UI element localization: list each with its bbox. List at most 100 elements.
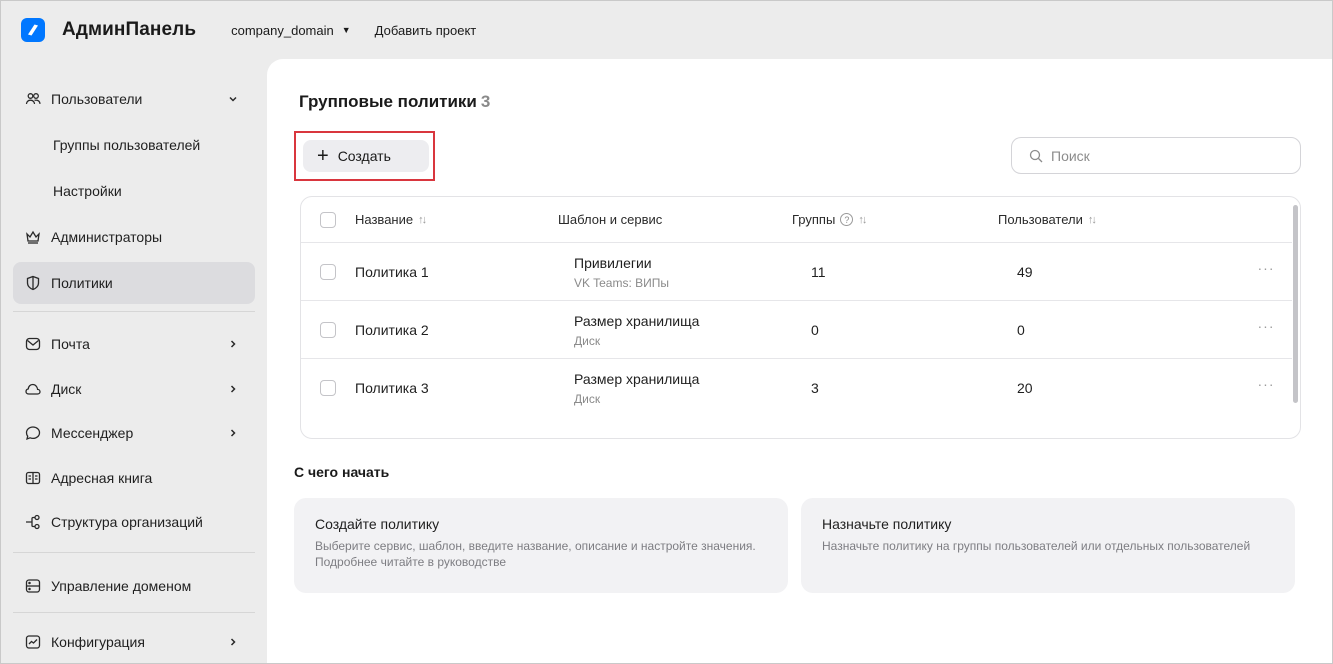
column-label: Группы bbox=[792, 212, 836, 227]
sidebar-item-label: Диск bbox=[51, 381, 82, 397]
sidebar-item-label: Пользователи bbox=[51, 91, 143, 107]
select-all-checkbox[interactable] bbox=[320, 212, 336, 228]
policy-name: Политика 3 bbox=[355, 380, 429, 396]
column-users[interactable]: Пользователи ↑↓ bbox=[998, 212, 1097, 227]
org-structure-icon bbox=[25, 514, 41, 530]
sidebar-divider bbox=[13, 311, 255, 312]
policy-users: 20 bbox=[1017, 380, 1033, 396]
sidebar-item-label: Администраторы bbox=[51, 229, 163, 245]
help-icon[interactable]: ? bbox=[840, 213, 854, 226]
search-box[interactable] bbox=[1011, 137, 1301, 174]
sidebar-item-org-structure[interactable]: Структура организаций bbox=[13, 501, 255, 543]
mail-icon bbox=[25, 336, 41, 352]
sidebar-item-configuration[interactable]: Конфигурация bbox=[13, 621, 255, 663]
create-button-label: Создать bbox=[337, 148, 391, 164]
more-icon[interactable]: ··· bbox=[1254, 260, 1278, 280]
sidebar-item-admins[interactable]: Администраторы bbox=[13, 216, 255, 258]
sidebar-item-label: Группы пользователей bbox=[53, 137, 201, 153]
address-book-icon bbox=[25, 470, 41, 486]
app-title: АдминПанель bbox=[62, 19, 197, 40]
sidebar-item-messenger[interactable]: Мессенджер bbox=[13, 412, 255, 454]
row-checkbox[interactable] bbox=[320, 322, 336, 338]
create-policy-card[interactable]: Создайте политику Выберите сервис, шабло… bbox=[294, 498, 788, 593]
page-title-text: Групповые политики bbox=[299, 92, 477, 111]
search-input[interactable] bbox=[1051, 147, 1271, 164]
policy-groups: 0 bbox=[811, 322, 819, 338]
column-template-service: Шаблон и сервис bbox=[558, 212, 662, 227]
card-title: Назначьте политику bbox=[822, 516, 952, 532]
more-icon[interactable]: ··· bbox=[1254, 376, 1278, 396]
sort-icon: ↑↓ bbox=[858, 213, 867, 226]
column-label: Название bbox=[355, 212, 414, 227]
policy-users: 49 bbox=[1017, 264, 1033, 280]
column-name[interactable]: Название ↑↓ bbox=[355, 212, 427, 227]
table-header: Название ↑↓ Шаблон и сервис Группы ? ↑↓ … bbox=[301, 197, 1292, 243]
policy-name: Политика 1 bbox=[355, 264, 429, 280]
sidebar-item-mail[interactable]: Почта bbox=[13, 323, 255, 365]
sidebar-item-settings[interactable]: Настройки bbox=[13, 170, 255, 212]
sidebar-item-label: Почта bbox=[51, 336, 90, 352]
sidebar: Пользователи Группы пользователей Настро… bbox=[1, 59, 267, 663]
sidebar-item-label: Конфигурация bbox=[51, 634, 145, 650]
shield-icon bbox=[25, 275, 41, 291]
policy-service: Диск bbox=[574, 334, 601, 348]
app-window: АдминПанель company_domain ▼ Добавить пр… bbox=[0, 0, 1333, 664]
domain-icon bbox=[25, 578, 41, 594]
policy-users: 0 bbox=[1017, 322, 1025, 338]
chevron-right-icon bbox=[227, 634, 239, 650]
search-icon bbox=[1029, 149, 1043, 162]
chat-bubble-icon bbox=[25, 425, 41, 441]
create-button-highlight: + Создать bbox=[294, 131, 435, 181]
policies-count: 3 bbox=[480, 92, 491, 111]
chevron-down-icon bbox=[227, 91, 239, 107]
crown-icon bbox=[25, 229, 41, 245]
card-description: Назначьте политику на группы пользовател… bbox=[822, 539, 1251, 553]
policy-groups: 3 bbox=[811, 380, 819, 396]
more-icon[interactable]: ··· bbox=[1254, 318, 1278, 338]
sidebar-divider bbox=[13, 552, 255, 553]
policy-template: Размер хранилища bbox=[574, 313, 700, 329]
sort-icon: ↑↓ bbox=[1087, 213, 1097, 226]
sidebar-item-label: Мессенджер bbox=[51, 425, 134, 441]
table-row[interactable]: Политика 2 Размер хранилища Диск 0 0 ··· bbox=[301, 301, 1292, 359]
sidebar-item-label: Управление доменом bbox=[51, 578, 192, 594]
policy-service: VK Teams: ВИПы bbox=[574, 276, 670, 290]
table-scrollbar[interactable] bbox=[1293, 205, 1298, 403]
sidebar-item-label: Политики bbox=[51, 275, 113, 291]
policy-template: Размер хранилища bbox=[574, 371, 700, 387]
domain-name: company_domain bbox=[231, 22, 334, 38]
sidebar-divider bbox=[13, 612, 255, 613]
getting-started-title: С чего начать bbox=[294, 464, 390, 480]
domain-selector[interactable]: company_domain ▼ bbox=[231, 23, 351, 38]
table-row[interactable]: Политика 1 Привилегии VK Teams: ВИПы 11 … bbox=[301, 243, 1292, 301]
chevron-right-icon bbox=[227, 425, 239, 441]
create-button[interactable]: + Создать bbox=[303, 140, 429, 172]
add-project-link[interactable]: Добавить проект bbox=[375, 23, 477, 38]
column-label: Пользователи bbox=[998, 212, 1083, 227]
top-bar: АдминПанель company_domain ▼ Добавить пр… bbox=[1, 1, 1332, 59]
sidebar-item-domain-management[interactable]: Управление доменом bbox=[13, 565, 255, 607]
sidebar-item-user-groups[interactable]: Группы пользователей bbox=[13, 124, 255, 166]
assign-policy-card[interactable]: Назначьте политику Назначьте политику на… bbox=[801, 498, 1295, 593]
policy-groups: 11 bbox=[811, 264, 826, 280]
sidebar-item-address-book[interactable]: Адресная книга bbox=[13, 457, 255, 499]
column-groups[interactable]: Группы ? ↑↓ bbox=[792, 212, 867, 227]
logo[interactable]: АдминПанель bbox=[21, 18, 196, 42]
cloud-icon bbox=[25, 381, 41, 397]
table-row[interactable]: Политика 3 Размер хранилища Диск 3 20 ··… bbox=[301, 359, 1292, 417]
policy-service: Диск bbox=[574, 392, 601, 406]
policies-table: Название ↑↓ Шаблон и сервис Группы ? ↑↓ … bbox=[300, 196, 1301, 439]
row-checkbox[interactable] bbox=[320, 380, 336, 396]
logo-icon bbox=[21, 18, 45, 42]
sidebar-item-users[interactable]: Пользователи bbox=[13, 78, 255, 120]
sidebar-item-label: Адресная книга bbox=[51, 470, 153, 486]
card-title: Создайте политику bbox=[315, 516, 440, 532]
row-checkbox[interactable] bbox=[320, 264, 336, 280]
sidebar-item-disk[interactable]: Диск bbox=[13, 368, 255, 410]
sort-icon: ↑↓ bbox=[418, 213, 427, 226]
main-panel: Групповые политики3 + Создать Название ↑… bbox=[267, 59, 1332, 663]
chart-icon bbox=[25, 634, 41, 650]
chevron-right-icon bbox=[227, 336, 239, 352]
sidebar-item-policies[interactable]: Политики bbox=[13, 262, 255, 304]
sidebar-item-label: Настройки bbox=[53, 183, 122, 199]
